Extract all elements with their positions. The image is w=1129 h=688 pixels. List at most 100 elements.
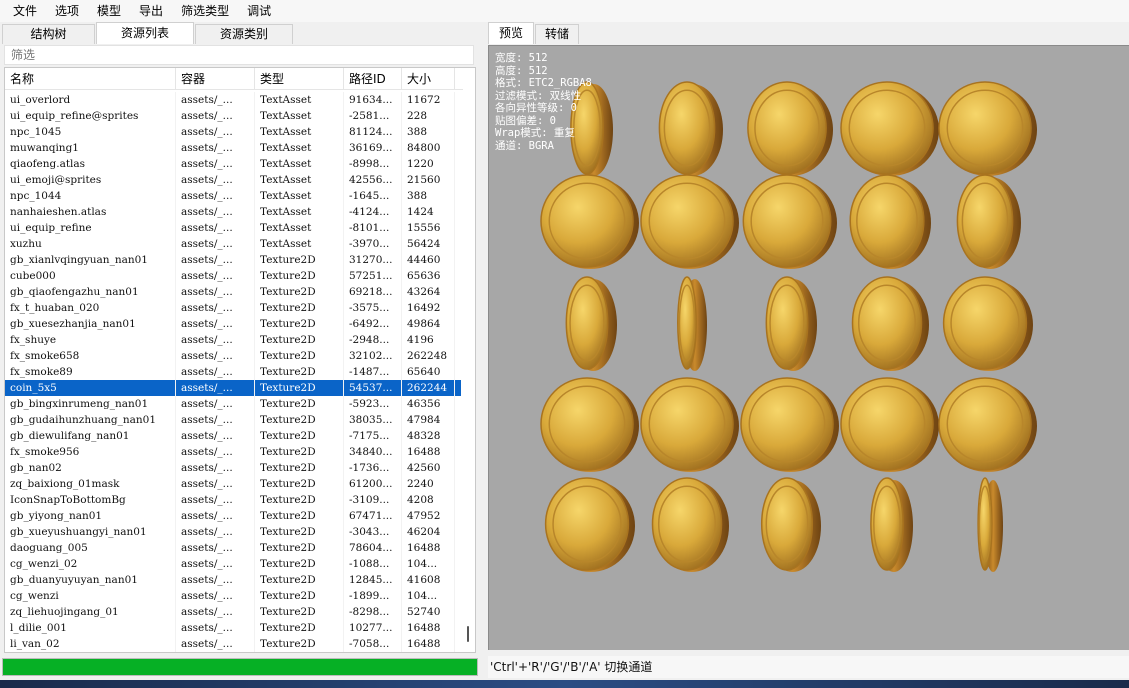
cell-path-id: 34840... [344, 444, 402, 460]
table-row[interactable]: zq_liehuojingang_01 assets/_... Texture2D -… [5, 604, 461, 620]
coin-frame [540, 174, 639, 269]
menu-debug[interactable]: 调试 [238, 1, 280, 21]
cell-type: TextAsset [255, 172, 344, 188]
info-aniso-level: 各向异性等级: 0 [495, 102, 577, 114]
table-row[interactable]: IconSnapToBottomBg assets/_... Texture2D -3… [5, 492, 461, 508]
coin-frame [640, 377, 739, 472]
tab-asset-list[interactable]: 资源列表 [96, 22, 194, 44]
table-row[interactable]: ui_equip_refine@sprites assets/_... TextAs… [5, 108, 461, 124]
table-row[interactable]: gb_yiyong_nan01 assets/_... Texture2D 67471… [5, 508, 461, 524]
cell-type: Texture2D [255, 556, 344, 572]
table-row[interactable]: cg_wenzi assets/_... Texture2D -1899... 104.… [5, 588, 461, 604]
table-row[interactable]: fx_smoke658 assets/_... Texture2D 32102... 2… [5, 348, 461, 364]
cell-path-id: 61200... [344, 476, 402, 492]
cell-size: 42560 [402, 460, 455, 476]
column-header-name[interactable]: 名称 [5, 68, 176, 90]
cell-size: 104... [402, 588, 455, 604]
table-row[interactable]: nanhaieshen.atlas assets/_... TextAsset -41… [5, 204, 461, 220]
tab-asset-classes[interactable]: 资源类别 [195, 24, 293, 44]
table-row[interactable]: cg_wenzi_02 assets/_... Texture2D -1088... 1… [5, 556, 461, 572]
cell-name: gb_xianlvqingyuan_nan01 [5, 252, 176, 268]
table-scrollbar[interactable] [461, 90, 475, 652]
scrollbar-thumb[interactable] [467, 626, 469, 642]
menu-options[interactable]: 选项 [46, 1, 88, 21]
cell-container: assets/_... [176, 364, 255, 380]
cell-container: assets/_... [176, 92, 255, 108]
table-row[interactable]: npc_1045 assets/_... TextAsset 81124... 388 [5, 124, 461, 140]
cell-name: daoguang_005 [5, 540, 176, 556]
menu-model[interactable]: 模型 [88, 1, 130, 21]
table-row[interactable]: fx_smoke956 assets/_... Texture2D 34840... 1… [5, 444, 461, 460]
cell-path-id: 57251... [344, 268, 402, 284]
cell-name: gb_duanyuyuyan_nan01 [5, 572, 176, 588]
table-row[interactable]: npc_1044 assets/_... TextAsset -1645... 388 [5, 188, 461, 204]
column-header-size[interactable]: 大小 [402, 68, 455, 90]
table-row[interactable]: ui_overlord assets/_... TextAsset 91634... 1… [5, 92, 461, 108]
table-row[interactable]: muwanqing1 assets/_... TextAsset 36169... 84… [5, 140, 461, 156]
table-row[interactable]: gb_bingxinrumeng_nan01 assets/_... Texture… [5, 396, 461, 412]
cell-type: TextAsset [255, 204, 344, 220]
menu-export[interactable]: 导出 [130, 1, 172, 21]
column-header-container[interactable]: 容器 [176, 68, 255, 90]
info-height: 高度: 512 [495, 64, 548, 77]
cell-type: TextAsset [255, 124, 344, 140]
cell-type: Texture2D [255, 540, 344, 556]
tab-preview[interactable]: 预览 [488, 22, 534, 44]
cell-path-id: -8298... [344, 604, 402, 620]
table-row[interactable]: l_dilie_001 assets/_... Texture2D 10277... 1… [5, 620, 461, 636]
cell-path-id: -3043... [344, 524, 402, 540]
cell-path-id: 31270... [344, 252, 402, 268]
cell-type: Texture2D [255, 284, 344, 300]
table-row[interactable]: qiaofeng.atlas assets/_... TextAsset -8998.… [5, 156, 461, 172]
table-row[interactable]: zq_baixiong_01mask assets/_... Texture2D 61… [5, 476, 461, 492]
table-row[interactable]: fx_shuye assets/_... Texture2D -2948... 4196 [5, 332, 461, 348]
table-row[interactable]: fx_smoke89 assets/_... Texture2D -1487... 65… [5, 364, 461, 380]
tab-dump[interactable]: 转储 [535, 24, 579, 44]
cell-size: 48328 [402, 428, 455, 444]
cell-name: coin_5x5 [5, 380, 176, 396]
tab-scene-hierarchy[interactable]: 结构树 [2, 24, 95, 44]
cell-name: fx_smoke956 [5, 444, 176, 460]
cell-size: 4196 [402, 332, 455, 348]
table-row[interactable]: gb_gudaihunzhuang_nan01 assets/_... Textur… [5, 412, 461, 428]
cell-name: npc_1045 [5, 124, 176, 140]
table-row[interactable]: gb_xianlvqingyuan_nan01 assets/_... Textur… [5, 252, 461, 268]
menu-file[interactable]: 文件 [4, 1, 46, 21]
left-tab-bar: 结构树 资源列表 资源类别 [0, 22, 482, 44]
table-row[interactable]: xuzhu assets/_... TextAsset -3970... 56424 [5, 236, 461, 252]
table-row[interactable]: daoguang_005 assets/_... Texture2D 78604...… [5, 540, 461, 556]
cell-path-id: -7175... [344, 428, 402, 444]
column-header-type[interactable]: 类型 [255, 68, 344, 90]
table-row[interactable]: gb_qiaofengazhu_nan01 assets/_... Texture2… [5, 284, 461, 300]
table-row[interactable]: ui_emoji@sprites assets/_... TextAsset 4255… [5, 172, 461, 188]
table-row[interactable]: gb_xueyushuangyi_nan01 assets/_... Texture… [5, 524, 461, 540]
cell-type: Texture2D [255, 492, 344, 508]
texture-preview[interactable]: 宽度: 512 高度: 512 格式: ETC2_RGBA8 过滤模式: 双线性 各向异… [488, 45, 1129, 650]
table-row[interactable]: coin_5x5 assets/_... Texture2D 54537... 2622… [5, 380, 461, 396]
cell-container: assets/_... [176, 540, 255, 556]
cell-name: gb_xuesezhanjia_nan01 [5, 316, 176, 332]
cell-container: assets/_... [176, 508, 255, 524]
cell-type: Texture2D [255, 588, 344, 604]
column-header-path-id[interactable]: 路径ID [344, 68, 402, 90]
table-row[interactable]: gb_diewulifang_nan01 assets/_... Texture2D… [5, 428, 461, 444]
cell-size: 49864 [402, 316, 455, 332]
table-row[interactable]: ui_equip_refine assets/_... TextAsset -8101… [5, 220, 461, 236]
table-row[interactable]: li_van_02 assets/_... Texture2D -7058... 164… [5, 636, 461, 652]
table-row[interactable]: cube000 assets/_... Texture2D 57251... 65636 [5, 268, 461, 284]
cell-type: TextAsset [255, 188, 344, 204]
cell-path-id: 78604... [344, 540, 402, 556]
cell-container: assets/_... [176, 444, 255, 460]
cell-name: nanhaieshen.atlas [5, 204, 176, 220]
menu-filter-type[interactable]: 筛选类型 [172, 1, 238, 21]
table-row[interactable]: gb_xuesezhanjia_nan01 assets/_... Texture2… [5, 316, 461, 332]
table-row[interactable]: gb_nan02 assets/_... Texture2D -1736... 4256… [5, 460, 461, 476]
cell-name: gb_nan02 [5, 460, 176, 476]
filter-input[interactable] [4, 45, 474, 65]
cell-name: IconSnapToBottomBg [5, 492, 176, 508]
cell-container: assets/_... [176, 380, 255, 396]
left-panel: 结构树 资源列表 资源类别 名称 容器 类型 路径ID 大小 ui_overlo… [0, 22, 482, 680]
table-row[interactable]: fx_t_huaban_020 assets/_... Texture2D -3575… [5, 300, 461, 316]
table-row[interactable]: gb_duanyuyuyan_nan01 assets/_... Texture2D… [5, 572, 461, 588]
menu-bar: 文件 选项 模型 导出 筛选类型 调试 [0, 0, 1129, 22]
